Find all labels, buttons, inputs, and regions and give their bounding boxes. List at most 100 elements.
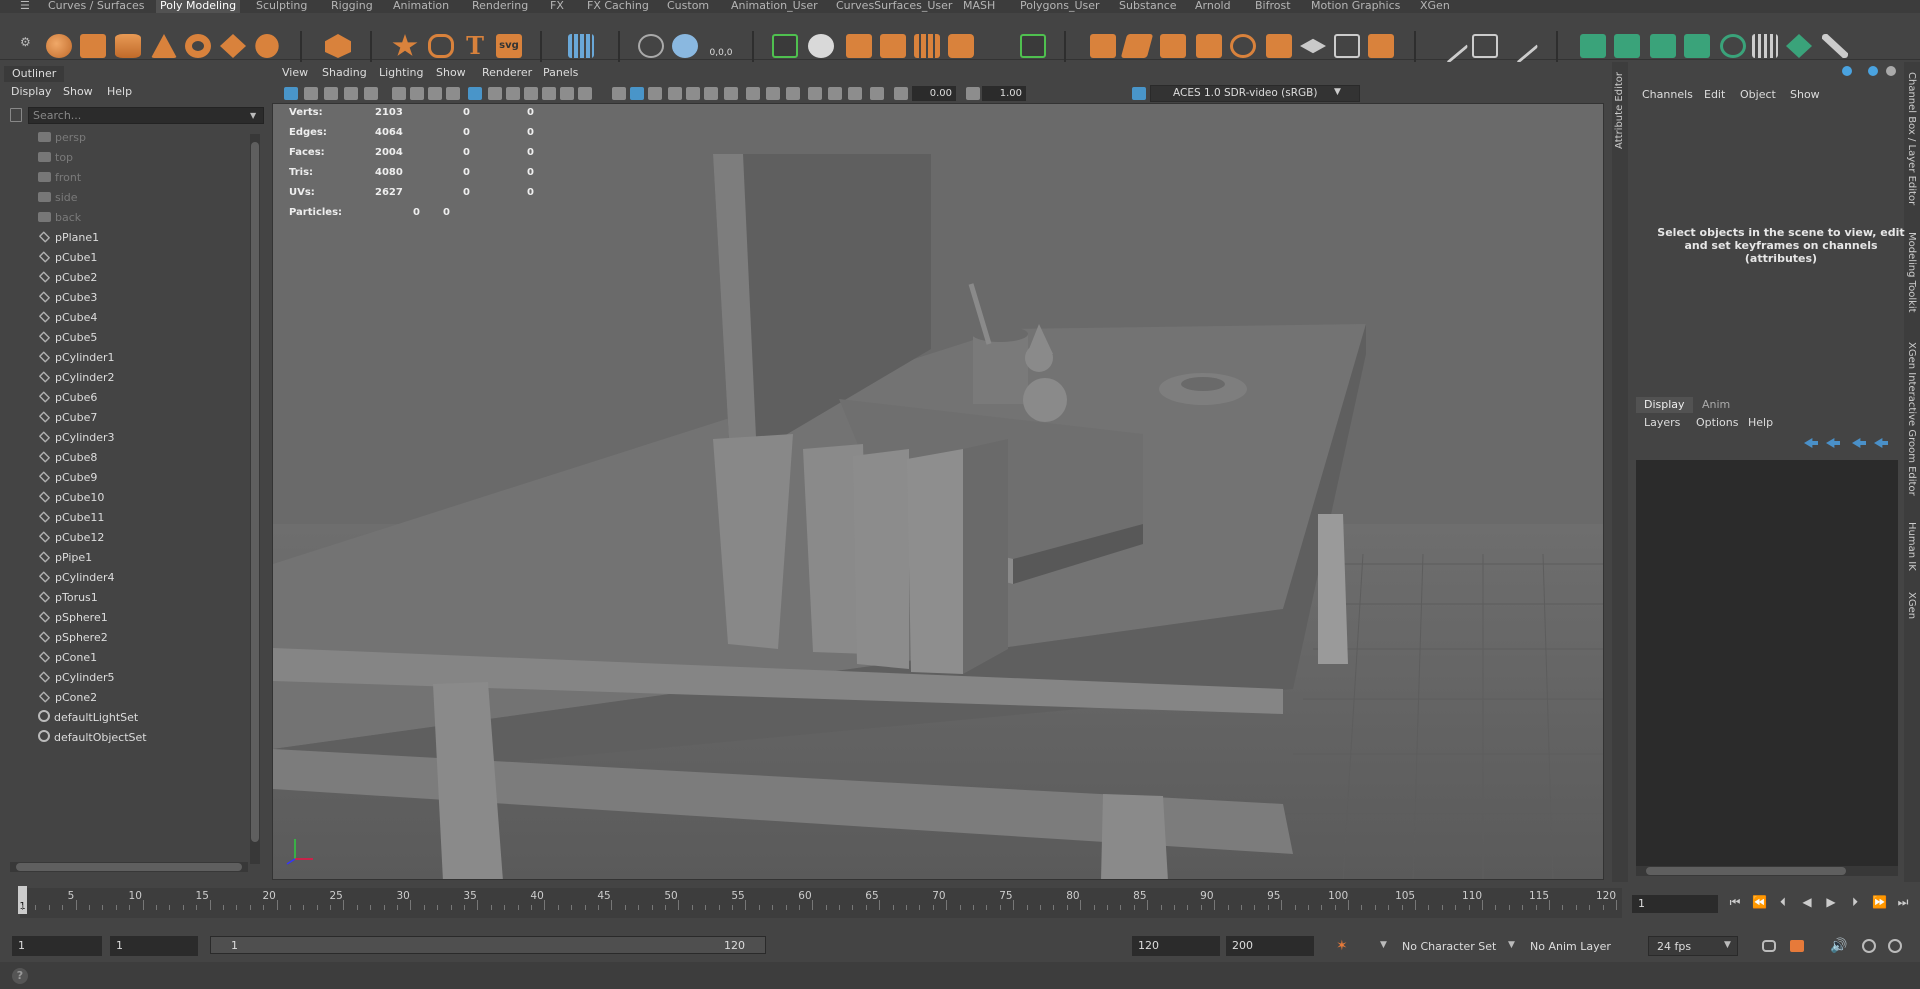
green-cube-icon[interactable]	[1580, 34, 1606, 58]
transform-icon[interactable]	[672, 34, 698, 58]
outliner-menu-show[interactable]: Show	[63, 84, 93, 100]
cache-icon[interactable]	[1790, 940, 1804, 952]
search-input[interactable]: Search...	[28, 107, 264, 124]
text-icon[interactable]: T	[462, 34, 488, 58]
smooth-shade-icon[interactable]	[506, 87, 520, 100]
step-forward-key-icon[interactable]: ⏩	[1872, 895, 1887, 909]
select-camera-icon[interactable]	[284, 87, 298, 100]
default-material-icon[interactable]	[524, 87, 538, 100]
outliner-item[interactable]: pCube7	[38, 410, 97, 426]
tab-xgen[interactable]: XGen	[1906, 592, 1917, 619]
animation-start-field[interactable]: 1	[12, 936, 102, 956]
outliner-item[interactable]: pCube5	[38, 330, 97, 346]
shelf-tab[interactable]: FX	[550, 0, 564, 13]
isolate-icon[interactable]	[612, 87, 626, 100]
multicut-icon[interactable]	[1120, 34, 1154, 58]
loop-icon[interactable]	[1762, 940, 1776, 952]
layer-list[interactable]	[1636, 460, 1898, 870]
shelf-tab[interactable]: Substance	[1119, 0, 1177, 13]
outliner-item[interactable]: pCube12	[38, 530, 104, 546]
channel-menu-edit[interactable]: Edit	[1704, 88, 1725, 101]
layer-hscroll[interactable]	[1636, 866, 1898, 876]
outliner-item[interactable]: persp	[38, 130, 86, 146]
frame-selected-icon[interactable]	[870, 87, 884, 100]
outliner-menu-help[interactable]: Help	[107, 84, 132, 100]
edge-icon[interactable]	[1300, 38, 1326, 54]
play-forward-icon[interactable]: ▶	[1824, 895, 1838, 909]
wireframe-icon[interactable]	[488, 87, 502, 100]
green-split-icon[interactable]	[1684, 34, 1710, 58]
layer-menu-options[interactable]: Options	[1696, 416, 1738, 429]
go-to-start-icon[interactable]: ⏮	[1728, 895, 1742, 909]
ao-icon[interactable]	[686, 87, 700, 100]
field-chart-icon[interactable]	[446, 87, 460, 100]
combine-icon[interactable]	[846, 34, 872, 58]
color-space-dropdown[interactable]: ACES 1.0 SDR-video (sRGB)	[1150, 85, 1360, 102]
layer-menu-help[interactable]: Help	[1748, 416, 1773, 429]
anim-prefs-icon[interactable]	[1888, 939, 1902, 953]
xray-components-icon[interactable]	[668, 87, 682, 100]
shelf-tab[interactable]: FX Caching	[587, 0, 649, 13]
torus-icon[interactable]	[185, 34, 211, 58]
dof-icon[interactable]	[746, 87, 760, 100]
step-back-frame-icon[interactable]: ⏴	[1776, 895, 1790, 909]
time-ruler[interactable]	[20, 888, 1622, 918]
sound-icon[interactable]: 🔊	[1830, 938, 1847, 954]
key-tick-icon[interactable]	[1862, 939, 1876, 953]
green-scatter-icon[interactable]	[1786, 34, 1812, 58]
star-icon[interactable]	[392, 34, 418, 56]
shelf-tab[interactable]: Curves / Surfaces	[48, 0, 145, 13]
knife-icon[interactable]	[1503, 28, 1539, 64]
smooth-icon[interactable]	[1160, 34, 1186, 58]
viewport-menu-view[interactable]: View	[282, 66, 308, 79]
channel-menu-object[interactable]: Object	[1740, 88, 1776, 101]
move-layer-up-icon[interactable]	[1804, 438, 1818, 448]
grid-icon[interactable]	[568, 34, 594, 58]
cone-icon[interactable]	[151, 34, 177, 58]
helix-icon[interactable]	[428, 34, 454, 58]
channel-info-icon[interactable]	[1868, 66, 1878, 76]
shelf-tab-active[interactable]: Poly Modeling	[156, 0, 241, 13]
shelf-tab[interactable]: Animation_User	[731, 0, 818, 13]
cube-icon[interactable]	[80, 34, 106, 58]
outliner-item[interactable]: pCube1	[38, 250, 97, 266]
anim-layer-arrow-icon[interactable]: ▼	[1508, 940, 1515, 950]
bool-icon[interactable]	[808, 34, 834, 58]
outliner-item[interactable]: pPlane1	[38, 230, 99, 246]
help-icon[interactable]: ?	[12, 968, 28, 984]
shelf-tab[interactable]: Bifrost	[1255, 0, 1291, 13]
viewport-menu-show[interactable]: Show	[436, 66, 466, 79]
viewport-3d[interactable]: Verts: 2103 0 0 Edges: 4064 0 0 Faces: 2004 0 0 Tris…	[272, 103, 1604, 880]
channel-menu-show[interactable]: Show	[1790, 88, 1820, 101]
channel-key-icon[interactable]	[1842, 66, 1852, 76]
outliner-item[interactable]: pCube9	[38, 470, 97, 486]
search-dropdown-icon[interactable]: ▼	[250, 111, 256, 120]
scroll-thumb[interactable]	[251, 142, 259, 842]
outliner-item[interactable]: pCylinder5	[38, 670, 115, 686]
character-set-arrow-icon[interactable]: ▼	[1380, 940, 1387, 950]
shadows-icon[interactable]	[578, 87, 592, 100]
layer-menu-layers[interactable]: Layers	[1644, 416, 1680, 429]
checker-icon[interactable]	[1752, 34, 1778, 58]
viewport-menu-shading[interactable]: Shading	[322, 66, 367, 79]
tab-anim[interactable]: Anim	[1694, 397, 1738, 413]
channel-menu-channels[interactable]: Channels	[1642, 88, 1693, 101]
exposure-field[interactable]: 0.00	[912, 86, 956, 101]
uv-icon[interactable]	[1266, 34, 1292, 58]
xray-icon[interactable]	[630, 87, 644, 100]
gate-mask-icon[interactable]	[428, 87, 442, 100]
tab-attribute-editor[interactable]: Attribute Editor	[1614, 72, 1625, 149]
shelf-tab[interactable]: Rigging	[331, 0, 373, 13]
outliner-item[interactable]: pCylinder3	[38, 430, 115, 446]
quad-icon[interactable]	[1090, 34, 1116, 58]
play-backward-icon[interactable]: ◀	[1800, 895, 1814, 909]
image-plane-icon[interactable]	[344, 87, 358, 100]
resolution-gate-icon[interactable]	[410, 87, 424, 100]
loop-icon[interactable]	[1334, 34, 1360, 58]
bridge-icon[interactable]	[1020, 34, 1046, 58]
shelf-settings-icon[interactable]: ⚙	[20, 35, 31, 49]
plane-icon[interactable]	[220, 34, 246, 58]
outliner-item[interactable]: pSphere1	[38, 610, 108, 626]
camera-icon[interactable]	[828, 87, 842, 100]
shelf-tab[interactable]: Rendering	[472, 0, 528, 13]
